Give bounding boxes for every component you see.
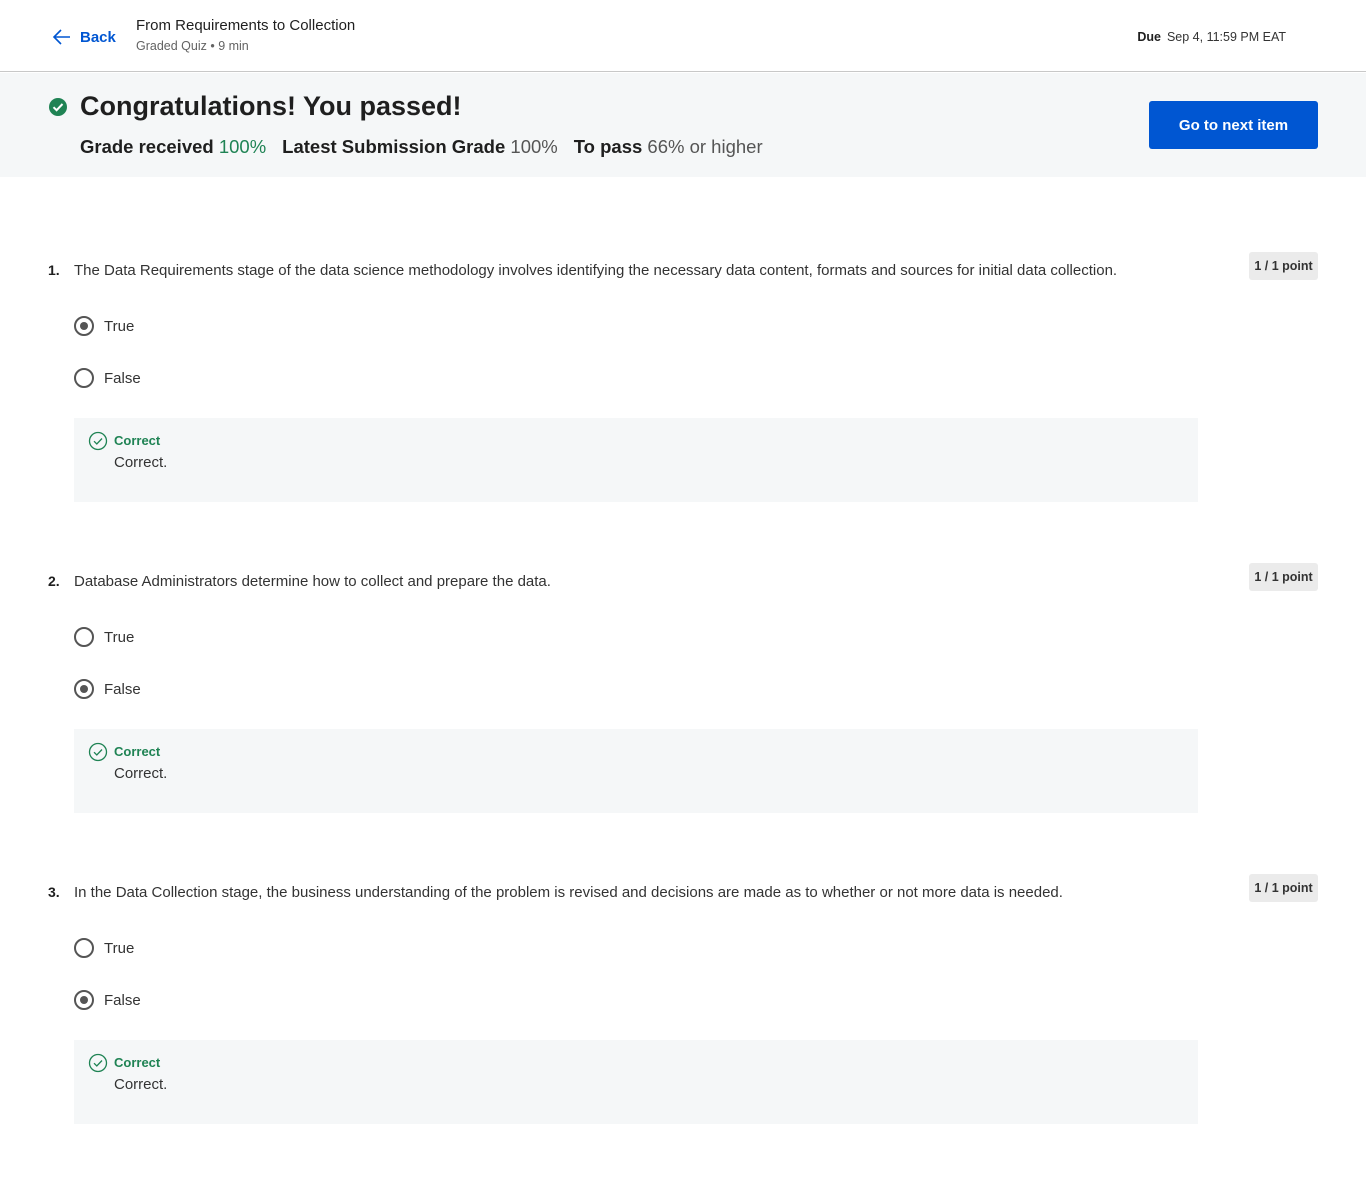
radio-selected[interactable] — [74, 316, 94, 336]
check-circle-icon — [49, 98, 67, 116]
option-true[interactable]: True — [74, 627, 134, 647]
back-button[interactable]: Back — [52, 25, 116, 49]
due-value: Sep 4, 11:59 PM EAT — [1166, 30, 1286, 44]
go-to-next-item-button[interactable]: Go to next item — [1149, 101, 1318, 149]
question-number: 2. — [48, 573, 60, 589]
feedback-label: Correct — [114, 1055, 161, 1070]
radio-unselected[interactable] — [74, 627, 94, 647]
grade-received: Grade received 100% — [80, 136, 266, 158]
check-circle-outline-icon — [88, 431, 108, 451]
question-text: The Data Requirements stage of the data … — [74, 262, 1118, 279]
latest-submission: Latest Submission Grade 100% — [282, 136, 558, 158]
to-pass-label: To pass — [573, 136, 643, 157]
feedback-box: Correct Correct. — [74, 729, 1198, 813]
pass-banner: Congratulations! You passed! Grade recei… — [0, 73, 1366, 177]
quiz-subtitle: Graded Quiz • 9 min — [136, 39, 249, 53]
option-false[interactable]: False — [74, 990, 141, 1010]
option-false[interactable]: False — [74, 679, 141, 699]
option-label: True — [104, 317, 135, 335]
to-pass-value: 66% or higher — [647, 136, 763, 157]
feedback-box: Correct Correct. — [74, 418, 1198, 502]
feedback-text: Correct. — [114, 765, 168, 782]
option-label: False — [104, 991, 141, 1009]
grade-summary: Grade received 100% Latest Submission Gr… — [80, 136, 763, 158]
to-pass: To pass 66% or higher — [574, 136, 763, 158]
question-text: Database Administrators determine how to… — [74, 573, 551, 590]
points-badge: 1 / 1 point — [1249, 874, 1318, 902]
arrow-left-icon — [52, 29, 70, 45]
points-badge: 1 / 1 point — [1249, 252, 1318, 280]
option-false[interactable]: False — [74, 368, 141, 388]
grade-received-label: Grade received — [80, 136, 214, 157]
back-label: Back — [80, 28, 116, 46]
radio-unselected[interactable] — [74, 938, 94, 958]
due-label: Due — [1137, 30, 1161, 44]
feedback-text: Correct. — [114, 454, 168, 471]
option-true[interactable]: True — [74, 316, 134, 336]
check-circle-outline-icon — [88, 1053, 108, 1073]
feedback-text: Correct. — [114, 1076, 168, 1093]
radio-selected[interactable] — [74, 990, 94, 1010]
due-date: Due Sep 4, 11:59 PM EAT — [1137, 30, 1286, 44]
check-circle-outline-icon — [88, 742, 108, 762]
option-label: True — [104, 939, 135, 957]
question-text: In the Data Collection stage, the busine… — [74, 884, 1063, 901]
feedback-label: Correct — [114, 744, 161, 759]
pass-heading: Congratulations! You passed! — [80, 91, 462, 121]
grade-received-value: 100% — [218, 136, 267, 157]
question-number: 3. — [48, 884, 60, 900]
radio-unselected[interactable] — [74, 368, 94, 388]
quiz-title: From Requirements to Collection — [136, 17, 356, 34]
option-label: False — [104, 369, 141, 387]
feedback-label: Correct — [114, 433, 161, 448]
radio-selected[interactable] — [74, 679, 94, 699]
feedback-box: Correct Correct. — [74, 1040, 1198, 1124]
question-number: 1. — [48, 262, 60, 278]
option-label: False — [104, 680, 141, 698]
latest-submission-label: Latest Submission Grade — [282, 136, 506, 157]
option-label: True — [104, 628, 135, 646]
latest-submission-value: 100% — [510, 136, 558, 157]
option-true[interactable]: True — [74, 938, 134, 958]
quiz-title-block: From Requirements to Collection Graded Q… — [136, 17, 355, 53]
top-bar: Back From Requirements to Collection Gra… — [0, 0, 1366, 72]
points-badge: 1 / 1 point — [1249, 563, 1318, 591]
